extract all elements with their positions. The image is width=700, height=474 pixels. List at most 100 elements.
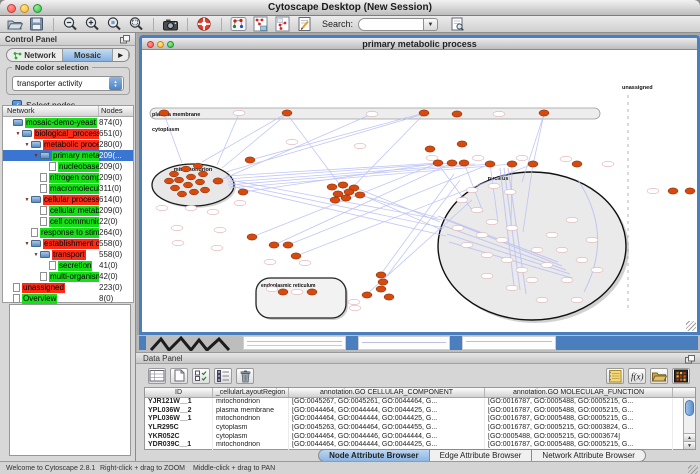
tree-col-nodes[interactable]: Nodes <box>99 106 133 116</box>
data-panel-toolbar: f(x) <box>136 365 700 386</box>
window-title: Cytoscape Desktop (New Session) <box>0 2 700 13</box>
background-window-edge[interactable] <box>556 336 698 350</box>
tree-row[interactable]: Overview8(0) <box>3 293 133 304</box>
table-row[interactable]: YLR295Ccytoplasm[GO:0045263, GO:0044464,… <box>145 424 695 433</box>
background-window-fragment[interactable] <box>243 336 346 350</box>
tree-row-count: 558(0) <box>99 250 133 259</box>
help-lifesaver-icon[interactable] <box>196 16 213 32</box>
background-window-fragment[interactable] <box>462 336 556 350</box>
tab-mosaic[interactable]: Mosaic <box>63 49 113 61</box>
expander-icon[interactable]: ▼ <box>23 197 31 203</box>
search-dropdown-button[interactable]: ▼ <box>424 18 438 31</box>
node-chart-icon[interactable] <box>252 16 269 32</box>
node-color-dropdown[interactable]: transporter activity ▲▼ <box>12 76 124 91</box>
tree-row[interactable]: mosaic-demo-yeast874(0) <box>3 117 133 128</box>
table-scrollbar[interactable]: ▲ ▼ <box>683 398 695 449</box>
tree-row[interactable]: cellular metabo209(0) <box>3 205 133 216</box>
control-panel-header: Control Panel <box>0 33 135 46</box>
window-titlebar[interactable]: Cytoscape Desktop (New Session) <box>0 0 700 16</box>
edge-chart-icon[interactable] <box>274 16 291 32</box>
tree-row[interactable]: response to stimulu264(0) <box>3 227 133 238</box>
expander-icon[interactable]: ▼ <box>23 142 31 148</box>
save-session-icon[interactable] <box>28 16 45 32</box>
tree-row[interactable]: ▼transport558(0) <box>3 249 133 260</box>
heatmap-icon[interactable] <box>672 368 690 384</box>
open-session-icon[interactable] <box>6 16 23 32</box>
tab-network-label: Network <box>24 51 56 60</box>
network-canvas[interactable]: plasma membrane cytoplasm mitochondrion … <box>142 50 697 332</box>
attribute-list-icon[interactable] <box>214 368 232 384</box>
notes-icon[interactable] <box>606 368 624 384</box>
window-resize-grip[interactable] <box>686 321 696 331</box>
data-panel-title: Data Panel <box>143 354 183 363</box>
tree-row[interactable]: unassigned223(0) <box>3 282 133 293</box>
tree-header[interactable]: Network Nodes <box>3 106 133 117</box>
tabs-overflow-button[interactable]: ▶ <box>113 49 129 61</box>
attribute-table-header[interactable]: ID _cellularLayoutRegion annotation.GO C… <box>145 388 695 398</box>
cell-cc: [GO:0044464, GO:0044444, GO:0044425, G..… <box>289 415 485 424</box>
delete-attributes-icon[interactable] <box>192 368 210 384</box>
background-window-edge[interactable] <box>139 336 146 350</box>
page-icon <box>40 173 47 182</box>
tree-col-network[interactable]: Network <box>3 106 99 116</box>
scrollbar-thumb[interactable] <box>685 400 694 416</box>
function-builder-icon[interactable]: f(x) <box>628 368 646 384</box>
advanced-search-icon[interactable] <box>449 16 466 32</box>
search-input[interactable] <box>358 18 424 31</box>
folder-icon <box>31 141 41 148</box>
zoom-fit-content-icon[interactable] <box>128 16 145 32</box>
network-view-window[interactable]: primary metabolic process plasma membran… <box>139 35 700 335</box>
cell-id: YPL036W__1 <box>145 415 213 424</box>
tree-row[interactable]: ▼establishment of lo558(0) <box>3 238 133 249</box>
tab-network[interactable]: Network <box>7 49 63 61</box>
zoom-selected-region-icon[interactable] <box>106 16 123 32</box>
network-window-title: primary metabolic process <box>142 39 697 49</box>
network-manager-icon[interactable] <box>230 16 247 32</box>
tree-row-label: unassigned <box>22 283 65 293</box>
tree-row[interactable]: macromolecule311(0) <box>3 183 133 194</box>
birdseye-view-panel[interactable] <box>9 304 131 456</box>
scroll-up-button[interactable]: ▲ <box>684 433 695 441</box>
snapshot-camera-icon[interactable] <box>162 16 179 32</box>
table-row[interactable]: YJR121W__1mitochondrion[GO:0045267, GO:0… <box>145 398 695 407</box>
zoom-in-icon[interactable] <box>84 16 101 32</box>
trash-icon[interactable] <box>236 368 254 384</box>
status-bar: Welcome to Cytoscape 2.8.1 Right-click +… <box>0 461 700 474</box>
expander-icon[interactable]: ▼ <box>14 131 22 137</box>
expander-icon[interactable]: ▼ <box>32 153 40 159</box>
folder-icon <box>31 240 41 247</box>
network-window-titlebar[interactable]: primary metabolic process <box>142 38 697 50</box>
tree-row-count: 651(0) <box>99 129 133 138</box>
create-new-attribute-icon[interactable] <box>170 368 188 384</box>
cell-cc: [GO:0045263, GO:0044464, GO:0044455, G..… <box>289 424 485 433</box>
tree-row[interactable]: ▼biological_process651(0) <box>3 128 133 139</box>
page-icon <box>40 206 47 215</box>
expander-icon[interactable]: ▼ <box>23 241 31 247</box>
status-zoom-hint: Right-click + drag to ZOOM <box>100 465 185 472</box>
zoom-out-icon[interactable] <box>62 16 79 32</box>
select-attributes-icon[interactable] <box>148 368 166 384</box>
background-window-fragment[interactable] <box>358 336 450 350</box>
folder-icon <box>22 130 32 137</box>
table-row[interactable]: YKR052Ccytoplasm[GO:0044464, GO:0044446,… <box>145 433 695 442</box>
float-panel-icon[interactable] <box>120 35 130 46</box>
tree-row[interactable]: ▼cellular process614(0) <box>3 194 133 205</box>
background-window-edge[interactable] <box>450 336 462 350</box>
tree-row[interactable]: nitrogen compo209(0) <box>3 172 133 183</box>
expander-icon[interactable]: ▼ <box>32 252 40 258</box>
import-attributes-icon[interactable] <box>650 368 668 384</box>
tree-row[interactable]: ▼primary metabo209(... <box>3 150 133 161</box>
background-window-edge[interactable] <box>346 336 358 350</box>
scroll-down-button[interactable]: ▼ <box>684 441 695 449</box>
table-row[interactable]: YPL036W__1mitochondrion[GO:0044464, GO:0… <box>145 415 695 424</box>
tree-row[interactable]: cell communicat22(0) <box>3 216 133 227</box>
cell-region: plasma membrane <box>213 407 289 416</box>
tree-row[interactable]: secretion41(0) <box>3 260 133 271</box>
background-window-slivers <box>137 335 700 352</box>
tree-row[interactable]: nucleobase-209(0) <box>3 161 133 172</box>
annotation-icon[interactable] <box>296 16 313 32</box>
app-resize-grip[interactable] <box>688 465 698 474</box>
tree-row[interactable]: ▼metabolic process280(0) <box>3 139 133 150</box>
table-row[interactable]: YPL036W__2plasma membrane[GO:0044464, GO… <box>145 407 695 416</box>
tree-row[interactable]: multi-organism pro42(0) <box>3 271 133 282</box>
